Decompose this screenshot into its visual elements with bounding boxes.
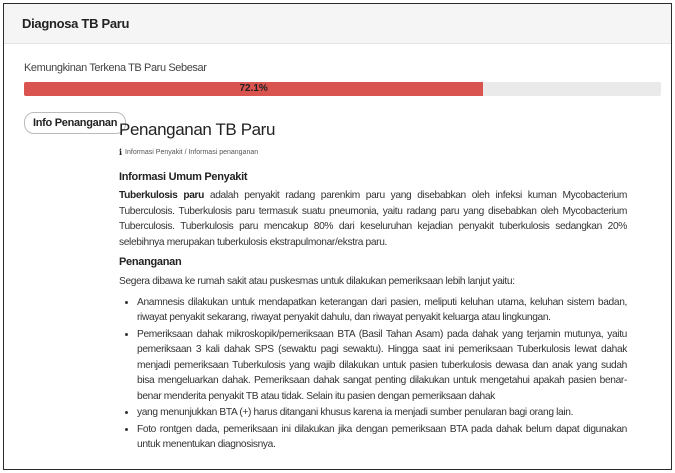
probability-label: Kemungkinan Terkena TB Paru Sebesar <box>24 62 207 74</box>
panel-heading: Diagnosa TB Paru <box>4 4 671 44</box>
diagnosis-panel: Diagnosa TB Paru Kemungkinan Terkena TB … <box>3 3 672 470</box>
list-item: yang menunjukkan BTA (+) harus ditangani… <box>137 405 627 421</box>
panel-title: Diagnosa TB Paru <box>22 16 130 31</box>
list-item: Foto rontgen dada, pemeriksaan ini dilak… <box>137 422 627 453</box>
info-icon: i <box>119 147 123 157</box>
progress-bar-fill: 72.1% <box>24 82 484 96</box>
breadcrumb-text: Informasi Penyakit / Informasi penangana… <box>125 148 259 156</box>
content-title: Penanganan TB Paru <box>119 120 276 139</box>
treatment-intro: Segera dibawa ke rumah sakit atau puskes… <box>119 276 515 287</box>
breadcrumb: i Informasi Penyakit / Informasi penanga… <box>119 147 627 157</box>
list-item: Pemeriksaan dahak mikroskopik/pemeriksaa… <box>137 327 627 405</box>
list-item: Anamnesis dilakukan untuk mendapatkan ke… <box>137 295 627 326</box>
disease-name: Tuberkulosis paru <box>119 190 205 201</box>
general-info-paragraph: Tuberkulosis paru adalah penyakit radang… <box>119 188 627 250</box>
section-treatment-title: Penanganan <box>119 256 182 268</box>
treatment-content: Penanganan TB Paru i Informasi Penyakit … <box>119 120 627 454</box>
probability-progress: 72.1% <box>24 82 661 96</box>
treatment-steps-list: Anamnesis dilakukan untuk mendapatkan ke… <box>119 295 627 453</box>
section-general-info-title: Informasi Umum Penyakit <box>119 171 248 183</box>
info-penanganan-button[interactable]: Info Penanganan <box>24 112 127 134</box>
